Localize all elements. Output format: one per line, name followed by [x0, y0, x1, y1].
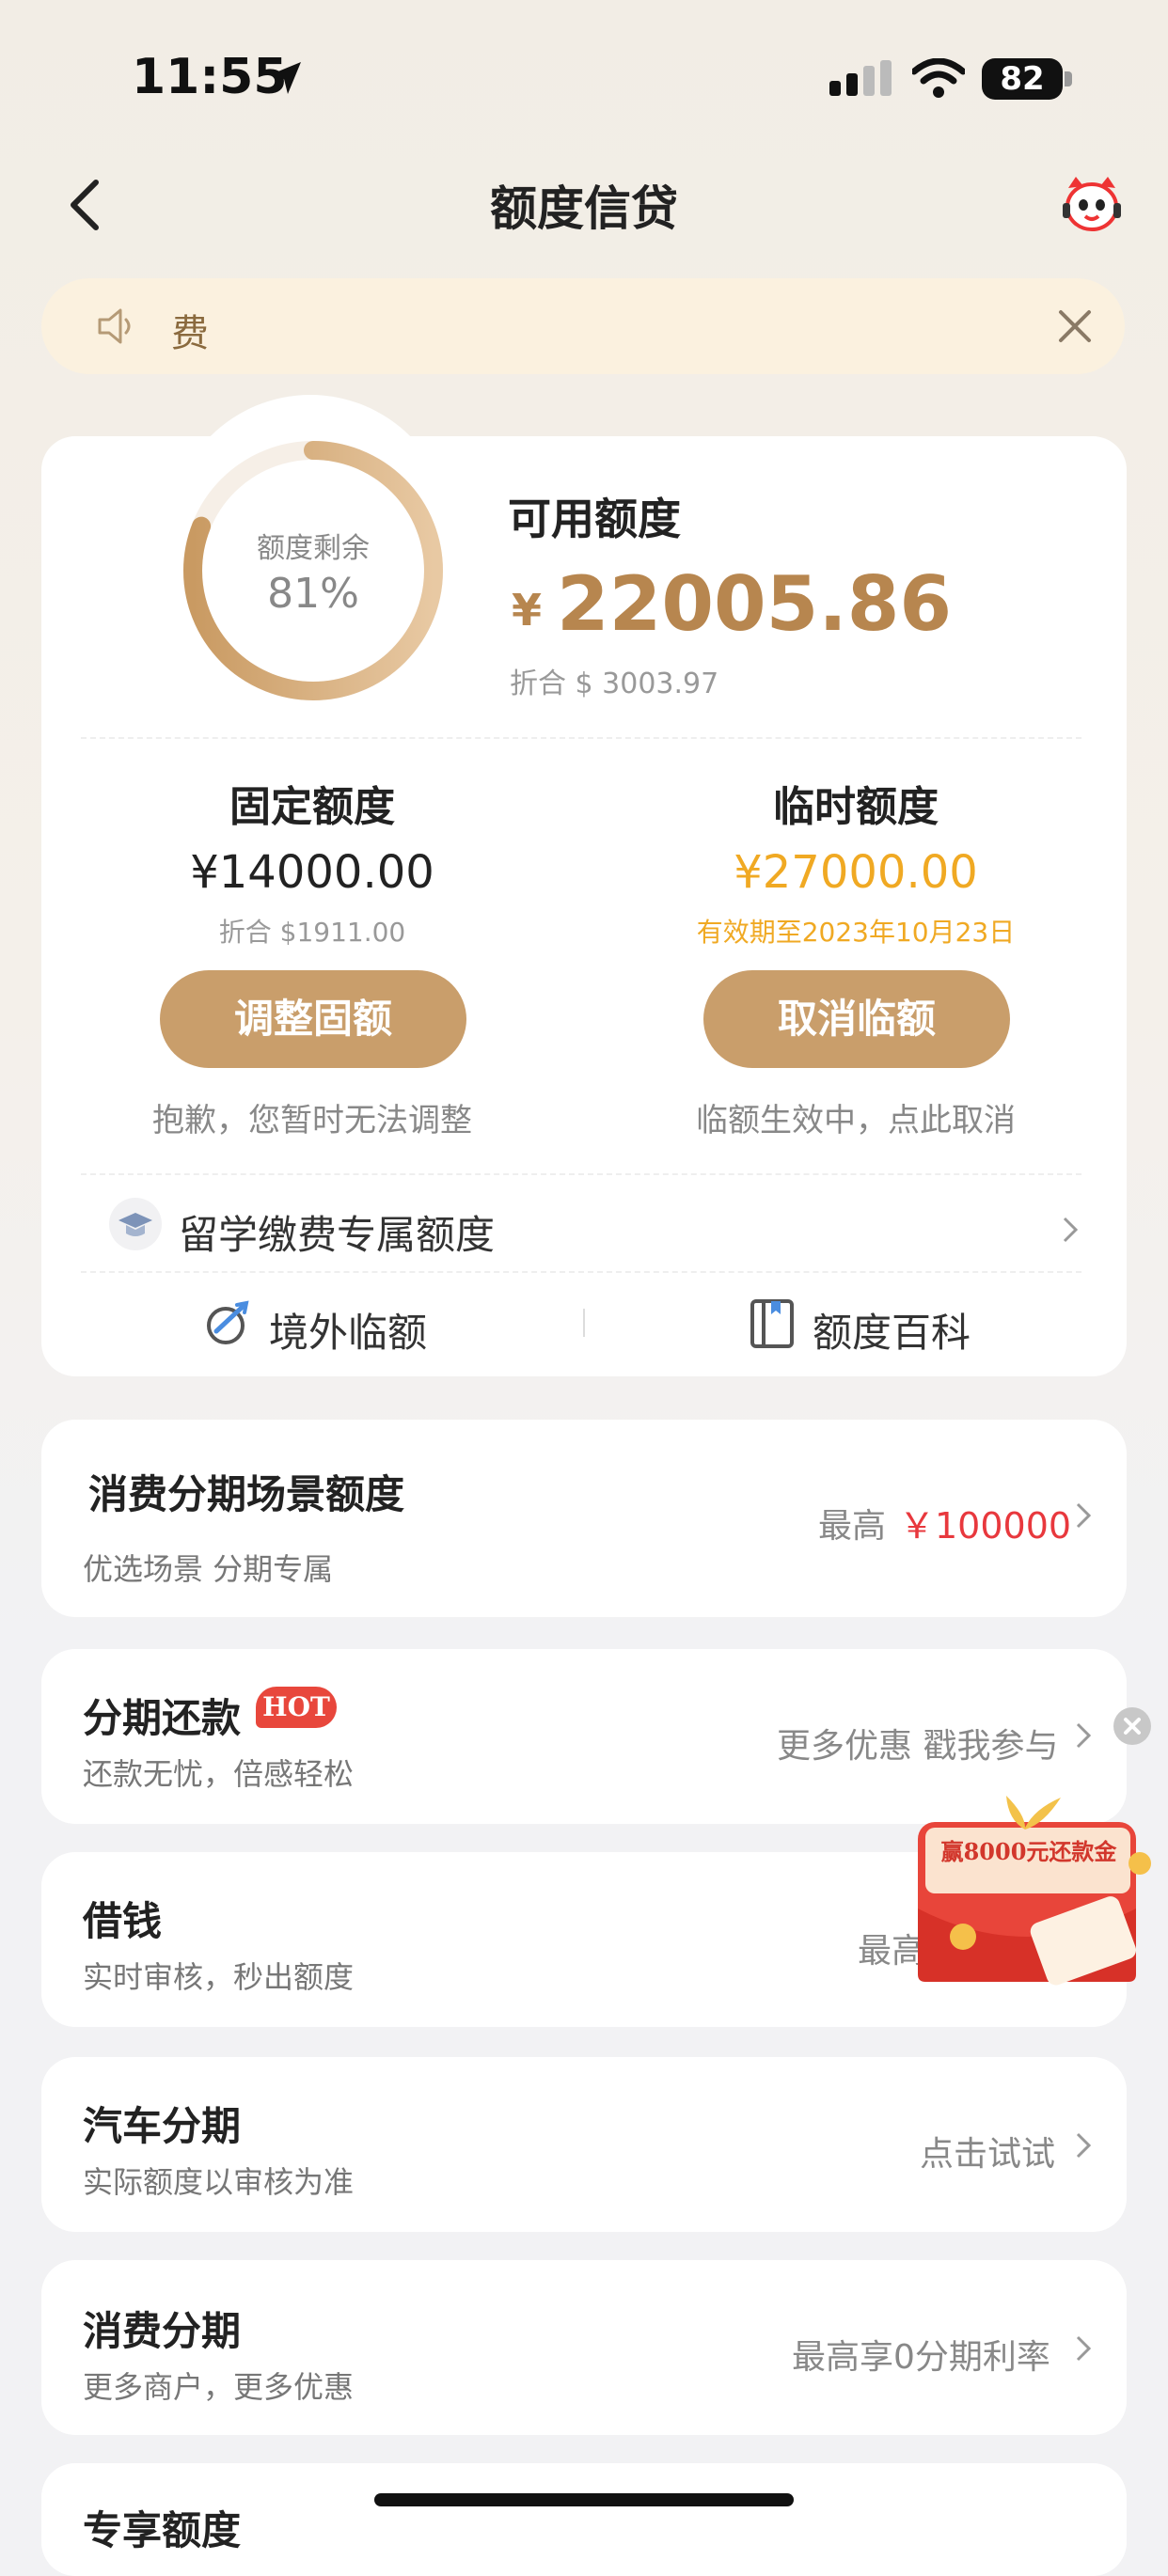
consumer-installment-promo: 最高享0分期利率: [792, 2338, 1050, 2377]
chevron-right-icon[interactable]: [1059, 1211, 1081, 1249]
adjust-fixed-quota-button[interactable]: 调整固额: [160, 970, 466, 1068]
status-time: 11:55: [132, 49, 288, 105]
study-abroad-quota-link[interactable]: 留学缴费专属额度: [179, 1203, 495, 1261]
fixed-quota-usd: 折合 $1911.00: [218, 917, 406, 948]
location-arrow-icon: [269, 62, 301, 94]
scene-quota-subtitle: 优选场景 分期专属: [83, 1551, 334, 1587]
divider: [81, 1271, 1081, 1273]
chevron-right-icon[interactable]: [1072, 1497, 1095, 1534]
borrow-title: 借钱: [83, 1898, 163, 1944]
available-amount: 22005.86: [557, 560, 953, 648]
divider: [81, 1173, 1081, 1175]
customer-service-avatar-icon[interactable]: [1059, 175, 1125, 233]
quota-encyclopedia-link[interactable]: 额度百科: [813, 1301, 971, 1359]
installment-repay-title: 分期还款: [83, 1695, 242, 1741]
temp-quota-title: 临时额度: [773, 783, 939, 831]
fixed-quota-amount: ¥14000.00: [190, 846, 434, 899]
wifi-icon: [912, 58, 965, 98]
graduation-cap-icon: [118, 1213, 152, 1236]
consumer-installment-subtitle: 更多商户，更多优惠: [83, 2369, 355, 2405]
promo-close-icon[interactable]: [1113, 1707, 1151, 1745]
borrow-subtitle: 实时审核，秒出额度: [83, 1959, 355, 1995]
promo-red-envelope-icon[interactable]: [903, 1786, 1168, 2001]
book-icon: [750, 1299, 794, 1348]
chevron-right-icon[interactable]: [1072, 2330, 1095, 2367]
scene-quota-title: 消费分期场景额度: [88, 1471, 405, 1517]
scene-quota-max-label: 最高: [818, 1507, 887, 1546]
car-installment-title: 汽车分期: [83, 2103, 242, 2149]
cellular-signal-icon: [829, 60, 892, 96]
temp-quota-expiry: 有效期至2023年10月23日: [696, 917, 1016, 948]
vertical-divider: [583, 1309, 585, 1337]
chevron-right-icon[interactable]: [1072, 2127, 1095, 2164]
installment-repay-subtitle: 还款无忧，倍感轻松: [83, 1756, 355, 1792]
exclusive-quota-title: 专享额度: [83, 2507, 242, 2553]
cancel-temp-quota-button[interactable]: 取消临额: [703, 970, 1010, 1068]
available-title: 可用额度: [508, 494, 681, 544]
available-usd: 折合 $ 3003.97: [510, 668, 719, 700]
overseas-temp-quota-link[interactable]: 境外临额: [269, 1301, 427, 1359]
globe-plane-icon: [207, 1300, 249, 1344]
battery-indicator: 82: [982, 58, 1063, 100]
consumer-installment-title: 消费分期: [83, 2308, 242, 2354]
home-indicator[interactable]: [374, 2493, 794, 2506]
temp-quota-amount: ¥27000.00: [734, 846, 978, 899]
fixed-quota-title: 固定额度: [229, 783, 395, 831]
car-installment-subtitle: 实际额度以审核为准: [83, 2164, 355, 2200]
installment-repay-promo: 更多优惠 戳我参与: [777, 1727, 1059, 1766]
speaker-icon: [98, 308, 131, 344]
promo-text: 赢8000元还款金: [940, 1838, 1117, 1865]
page-title: 额度信贷: [490, 181, 678, 236]
notice-text: 费: [171, 312, 209, 355]
divider: [81, 737, 1081, 739]
battery-cap: [1065, 71, 1072, 86]
ring-percentage: 81%: [267, 570, 359, 618]
ring-label: 额度剩余: [257, 532, 370, 565]
car-installment-action: 点击试试: [920, 2135, 1056, 2174]
fixed-quota-note: 抱歉，您暂时无法调整: [152, 1102, 472, 1139]
temp-quota-note: 临额生效中，点此取消: [696, 1102, 1016, 1139]
scene-quota-max-value: ￥100000: [899, 1505, 1072, 1547]
currency-symbol: ¥: [512, 585, 543, 636]
hot-badge: HOT: [256, 1687, 337, 1728]
close-icon[interactable]: [1051, 303, 1098, 350]
chevron-right-icon[interactable]: [1072, 1717, 1095, 1754]
